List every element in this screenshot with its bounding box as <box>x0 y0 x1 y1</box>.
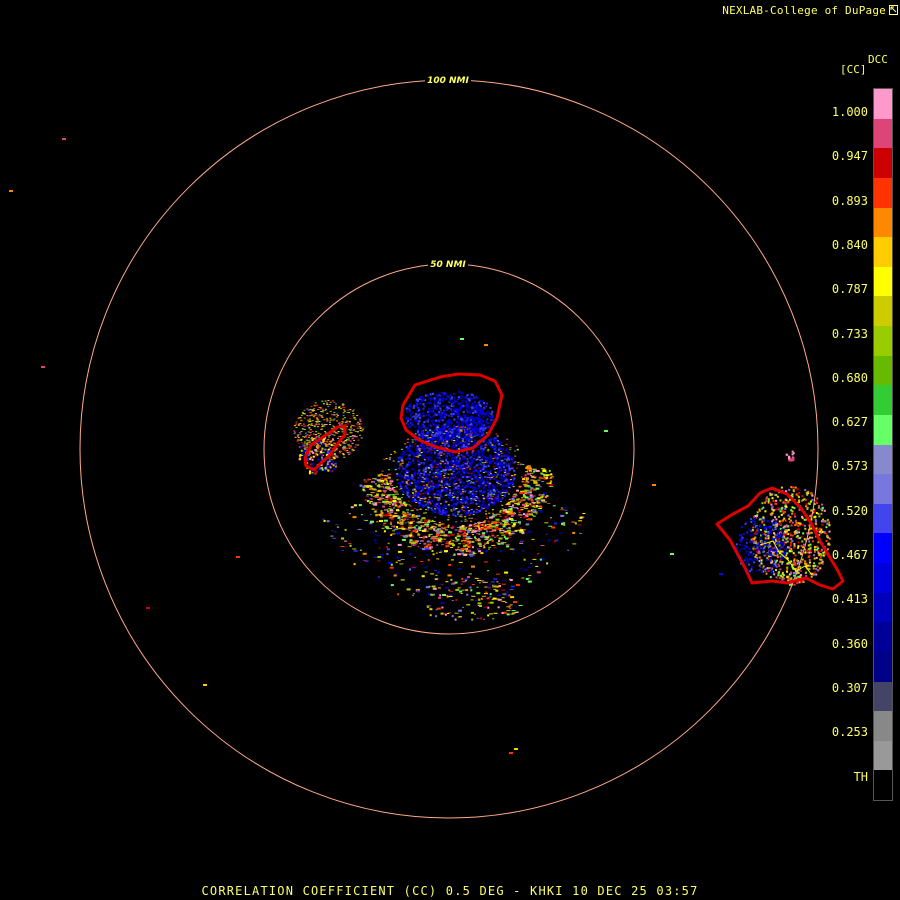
scale-color-cell <box>874 711 892 741</box>
scale-color-cell <box>874 355 892 386</box>
scale-color-cell <box>874 533 892 563</box>
scale-label: 0.573 <box>831 459 868 474</box>
scale-label: 0.787 <box>831 282 868 297</box>
scale-color-cell <box>874 237 892 267</box>
color-scale-bar <box>873 88 893 801</box>
scale-label: 0.413 <box>831 592 868 607</box>
scale-label: 0.840 <box>831 237 868 252</box>
scale-color-cell <box>874 592 892 623</box>
color-scale-labels: 1.000 0.947 0.893 0.840 0.787 0.733 0.680 0.627… <box>800 0 868 900</box>
scale-label: 1.000 <box>831 105 868 119</box>
ring-label-50-nmi: 50 NMI <box>430 260 466 270</box>
scale-label: 0.947 <box>831 149 868 164</box>
scale-color-cell <box>874 326 892 356</box>
scale-label: 0.360 <box>831 636 868 651</box>
product-footer: CORRELATION COEFFICIENT (CC) 0.5 DEG - K… <box>201 884 699 898</box>
scale-color-cell <box>874 474 892 504</box>
scale-label: 0.467 <box>831 548 868 562</box>
scale-label: 0.253 <box>831 725 868 740</box>
product-code: DCC <box>868 53 888 66</box>
scale-label: TH <box>853 769 868 784</box>
scale-color-cell <box>874 177 892 208</box>
scale-label: 0.893 <box>831 193 868 208</box>
scale-color-cell <box>874 622 892 652</box>
scale-label: 0.733 <box>831 326 868 341</box>
cursor-arrow-icon <box>889 5 898 15</box>
radar-map: 100 NMI 50 NMI <box>0 0 900 900</box>
scale-color-cell <box>874 148 892 178</box>
scale-color-cell <box>874 207 892 238</box>
scale-color-cell <box>874 651 892 682</box>
scale-color-cell <box>874 563 892 593</box>
scale-color-cell <box>874 444 892 475</box>
scale-color-cell <box>874 740 892 771</box>
scale-color-cell <box>874 681 892 712</box>
scale-color-cell <box>874 503 892 534</box>
scale-color-cell <box>874 770 892 800</box>
scale-label: 0.520 <box>831 503 868 518</box>
scale-label: 0.680 <box>831 370 868 385</box>
scale-color-cell <box>874 296 892 326</box>
scale-color-cell <box>874 89 892 119</box>
scale-color-cell <box>874 414 892 445</box>
scale-label: 0.307 <box>831 680 868 695</box>
scale-color-cell <box>874 118 892 149</box>
scale-color-cell <box>874 385 892 415</box>
scale-color-cell <box>874 266 892 297</box>
ring-label-100-nmi: 100 NMI <box>427 76 469 86</box>
scale-label: 0.627 <box>831 415 868 430</box>
